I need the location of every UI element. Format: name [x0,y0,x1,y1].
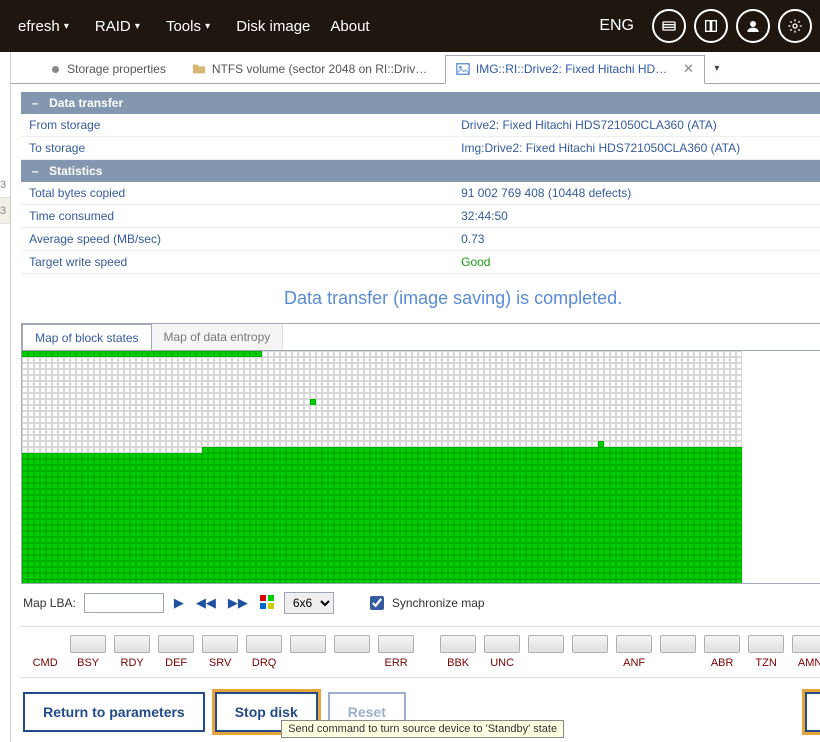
tabs-chevron-icon[interactable]: ▾ [709,55,725,83]
menu-about[interactable]: About [320,0,379,52]
map-lba-label: Map LBA: [23,596,76,610]
play-icon[interactable]: ▶ [172,595,186,611]
left-row-a[interactable]: 3 [0,172,10,198]
data-transfer-table: From storageDrive2: Fixed Hitachi HDS721… [21,114,820,160]
cmd-label: CMD [27,657,63,669]
image-icon [456,62,470,76]
layout-icon[interactable] [694,9,728,43]
collapse-icon[interactable]: – [29,96,41,110]
menu-raid[interactable]: RAID ▾ [85,0,156,52]
panel-icon[interactable] [652,9,686,43]
rewind-icon[interactable]: ◀◀ [194,595,218,611]
legend-icon[interactable] [258,595,276,612]
gear-icon[interactable] [778,9,812,43]
map-controls: Map LBA: ▶ ◀◀ ▶▶ 6x6 Synchronize map [11,584,820,622]
tooltip: Send command to turn source device to 'S… [281,720,564,738]
collapse-icon[interactable]: – [29,164,41,178]
block-size-select[interactable]: 6x6 [284,592,334,614]
left-row-b[interactable]: 3 [0,198,10,224]
tab-data-entropy[interactable]: Map of data entropy [152,324,284,350]
sync-map-label: Synchronize map [392,596,485,610]
forward-icon[interactable]: ▶▶ [226,595,250,611]
close-button[interactable]: Close [805,692,820,732]
section-data-transfer: – Data transfer [21,92,820,114]
tab-storage-properties[interactable]: Storage properties [41,55,177,83]
menu-disk-image[interactable]: Disk image [226,0,320,52]
folder-icon [192,62,206,76]
button-row: Return to parameters Stop disk Reset Clo… [11,682,820,742]
left-sidebar: 3 3 [0,52,11,742]
map-tabs: Map of block states Map of data entropy [21,323,820,350]
statistics-table: Total bytes copied91 002 769 408 (10448 … [21,182,820,274]
menu-refresh[interactable]: efresh ▾ [8,0,85,52]
bullet-icon [52,66,59,73]
close-icon[interactable]: ✕ [683,61,694,77]
return-button[interactable]: Return to parameters [23,692,205,732]
lang-selector[interactable]: ENG [589,0,644,52]
ata-status-row: CMD BSYRDYDEFSRVDRQ ERR BBKUNC ANF ABRTZ… [21,626,820,678]
tab-block-states[interactable]: Map of block states [22,324,151,351]
menu-tools[interactable]: Tools ▾ [156,0,226,52]
tabs-row: Storage properties NTFS volume (sector 2… [11,52,820,84]
block-map[interactable] [21,350,820,584]
tab-ntfs-volume[interactable]: NTFS volume (sector 2048 on RI::Drive2:.… [181,55,441,83]
map-lba-input[interactable] [84,593,164,613]
tab-img-drive[interactable]: IMG::RI::Drive2: Fixed Hitachi HDS7... ✕ [445,55,705,84]
menu-bar: efresh ▾ RAID ▾ Tools ▾ Disk image About… [0,0,820,52]
completed-message: Data transfer (image saving) is complete… [11,278,820,323]
section-statistics: – Statistics [21,160,820,182]
sync-map-checkbox[interactable] [370,596,384,610]
user-icon[interactable] [736,9,770,43]
